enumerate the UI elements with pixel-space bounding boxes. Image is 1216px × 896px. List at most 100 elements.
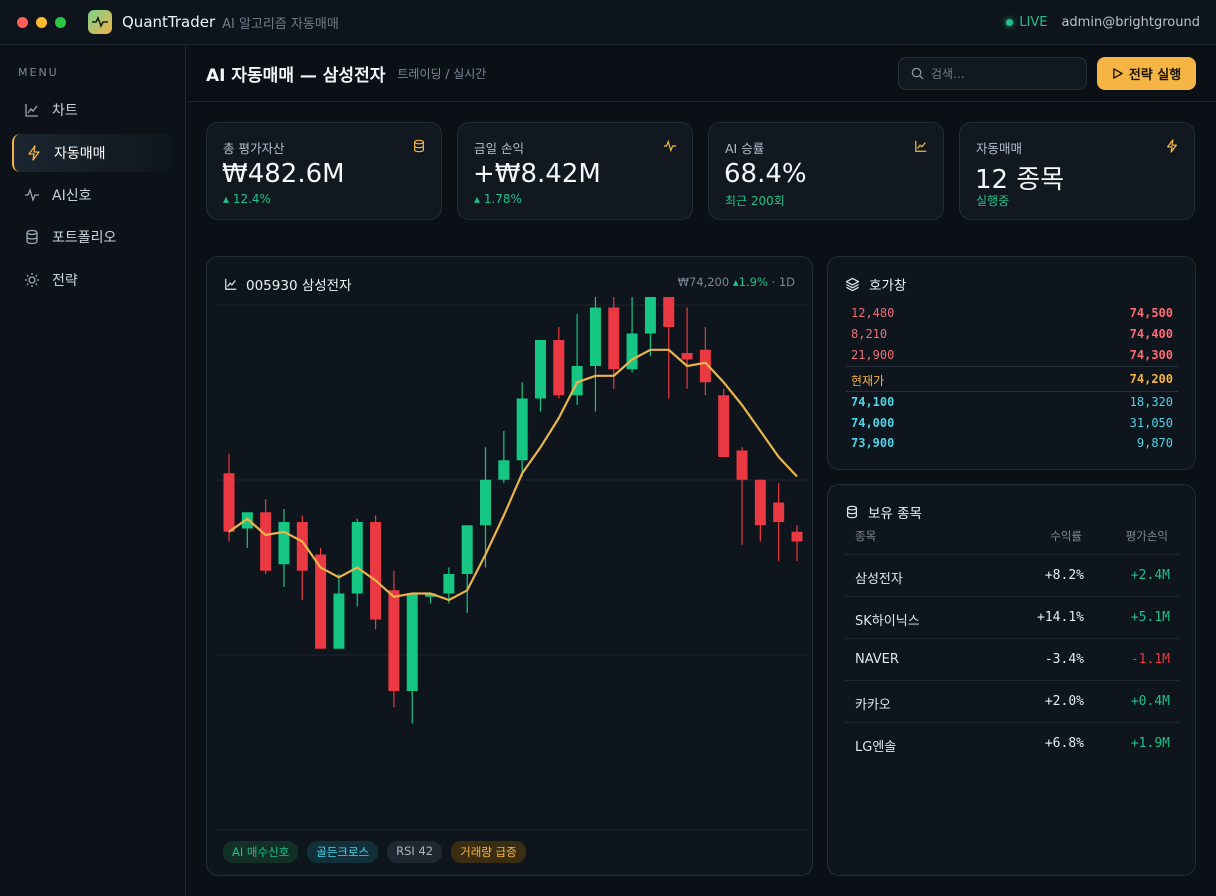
stat-change: ▴ 12.4% <box>223 192 271 206</box>
candle-body[interactable] <box>589 307 601 367</box>
table-row[interactable]: SK하이닉스 +14.1% +5.1M <box>844 596 1180 638</box>
bid-row[interactable]: 74,000 31,050 <box>851 416 1173 430</box>
maximize-window-button[interactable] <box>55 16 66 28</box>
stock-return: +8.2% <box>1044 568 1084 583</box>
current-price-row: 현재가 74,200 <box>851 372 1173 389</box>
ask-row[interactable]: 8,210 74,400 <box>851 327 1173 341</box>
sidebar-item-chart[interactable]: 차트 <box>12 91 172 129</box>
search-icon <box>911 67 924 80</box>
ask-qty: 8,210 <box>851 327 888 341</box>
stock-name: SK하이닉스 <box>855 614 920 629</box>
candle-body[interactable] <box>370 522 382 620</box>
candle-body[interactable] <box>480 479 492 526</box>
bid-qty: 31,050 <box>1129 416 1173 430</box>
chart-line-icon <box>25 104 38 117</box>
candle-body[interactable] <box>791 531 803 542</box>
stat-label: AI 승률 <box>725 141 765 156</box>
column-header-return: 수익률 <box>1050 529 1082 543</box>
live-dot-icon <box>1006 19 1014 26</box>
stat-card-auto-trading: 자동매매 12 종목 실행중 <box>959 122 1195 220</box>
sidebar-item-portfolio[interactable]: 포트폴리오 <box>12 218 172 256</box>
sidebar-item-ai-signal[interactable]: AI신호 <box>12 176 172 214</box>
table-row[interactable]: 삼성전자 +8.2% +2.4M <box>844 554 1180 596</box>
minimize-window-button[interactable] <box>36 16 47 28</box>
bid-row[interactable]: 74,100 18,320 <box>851 395 1173 409</box>
orderbook-title: 호가창 <box>869 278 907 294</box>
sidebar-item-label: AI신호 <box>52 188 92 204</box>
tag-volume-surge[interactable]: 거래량 급증 <box>451 841 526 863</box>
stock-name: LG엔솔 <box>855 740 897 755</box>
table-row[interactable]: 카카오 +2.0% +0.4M <box>844 680 1180 722</box>
candlestick-chart[interactable] <box>217 297 807 837</box>
run-strategy-button[interactable]: 전략 실행 <box>1097 57 1196 90</box>
sidebar-item-auto-trading[interactable]: 자동매매 <box>12 134 172 172</box>
table-row[interactable]: NAVER -3.4% -1.1M <box>844 638 1180 680</box>
candle-body[interactable] <box>351 522 363 594</box>
tag-rsi[interactable]: RSI 42 <box>387 841 443 863</box>
candle-body[interactable] <box>608 307 620 370</box>
table-row[interactable]: LG엔솔 +6.8% +1.9M <box>844 722 1180 764</box>
candle-body[interactable] <box>644 297 656 334</box>
stock-return: -3.4% <box>1044 652 1084 667</box>
ask-price: 74,400 <box>1129 327 1173 341</box>
close-window-button[interactable] <box>17 16 28 28</box>
stat-card-daily-pnl: 금일 손익 +₩8.42M ▴ 1.78% <box>457 122 693 220</box>
stat-label: 자동매매 <box>976 141 1023 156</box>
stat-value: 68.4% <box>724 159 807 189</box>
candle-body[interactable] <box>718 395 730 457</box>
candle-body[interactable] <box>388 590 400 691</box>
candle-body[interactable] <box>681 353 693 360</box>
window-controls <box>17 16 66 28</box>
ask-price: 74,500 <box>1129 306 1173 320</box>
title-bar: QuantTrader AI 알고리즘 자동매매 LIVE admin@brig… <box>0 0 1216 45</box>
candle-body[interactable] <box>333 593 345 649</box>
candle-body[interactable] <box>278 522 290 565</box>
search-box[interactable] <box>898 57 1087 90</box>
app-logo-pulse-icon <box>88 10 112 34</box>
candle-body[interactable] <box>736 450 748 480</box>
bid-row[interactable]: 73,900 9,870 <box>851 436 1173 450</box>
ask-row[interactable]: 12,480 74,500 <box>851 306 1173 320</box>
chart-line-icon <box>915 140 927 152</box>
bid-price: 74,000 <box>851 416 895 430</box>
search-input[interactable] <box>931 66 1071 81</box>
user-account[interactable]: admin@brightground <box>1061 15 1200 30</box>
candle-body[interactable] <box>663 297 675 327</box>
stock-name: 삼성전자 <box>855 572 903 587</box>
breadcrumb: 트레이딩 / 실시간 <box>397 67 487 81</box>
tag-ai-buy-signal[interactable]: AI 매수신호 <box>223 841 299 863</box>
column-header-pnl: 평가손익 <box>1125 529 1168 543</box>
run-strategy-label: 전략 실행 <box>1128 68 1182 83</box>
candle-body[interactable] <box>754 479 766 526</box>
stock-pnl: +1.9M <box>1130 736 1170 751</box>
live-label: LIVE <box>1019 15 1048 30</box>
candle-body[interactable] <box>553 340 565 396</box>
candle-body[interactable] <box>461 525 473 574</box>
ask-price: 74,300 <box>1129 348 1173 362</box>
stock-pnl: -1.1M <box>1130 652 1170 667</box>
sidebar-item-strategy[interactable]: 전략 <box>12 261 172 299</box>
sidebar-item-label: 차트 <box>52 103 78 119</box>
holdings-panel: 보유 종목 종목 수익률 평가손익 삼성전자 +8.2% +2.4M SK하이닉… <box>827 484 1196 876</box>
stock-return: +6.8% <box>1044 736 1084 751</box>
candle-body[interactable] <box>443 574 455 594</box>
current-price-label: 현재가 <box>851 374 885 388</box>
signal-tags: AI 매수신호 골든크로스 RSI 42 거래량 급증 <box>223 841 526 863</box>
stat-label: 금일 손익 <box>474 141 524 156</box>
candle-body[interactable] <box>773 502 785 523</box>
candle-body[interactable] <box>223 473 235 532</box>
bid-price: 73,900 <box>851 436 895 450</box>
candle-body[interactable] <box>534 340 546 399</box>
ask-qty: 12,480 <box>851 306 895 320</box>
candle-body[interactable] <box>516 398 528 461</box>
ask-row[interactable]: 21,900 74,300 <box>851 348 1173 362</box>
tag-golden-cross[interactable]: 골든크로스 <box>307 841 379 863</box>
column-header-name: 종목 <box>855 529 877 543</box>
stat-value: 12 종목 <box>975 165 1065 195</box>
lightning-icon <box>28 145 40 161</box>
candle-body[interactable] <box>260 512 272 571</box>
candle-body[interactable] <box>498 460 510 480</box>
candle-body[interactable] <box>406 593 418 692</box>
current-price: 74,200 <box>1129 372 1173 386</box>
stat-card-ai-winrate: AI 승률 68.4% 최근 200회 <box>708 122 944 220</box>
